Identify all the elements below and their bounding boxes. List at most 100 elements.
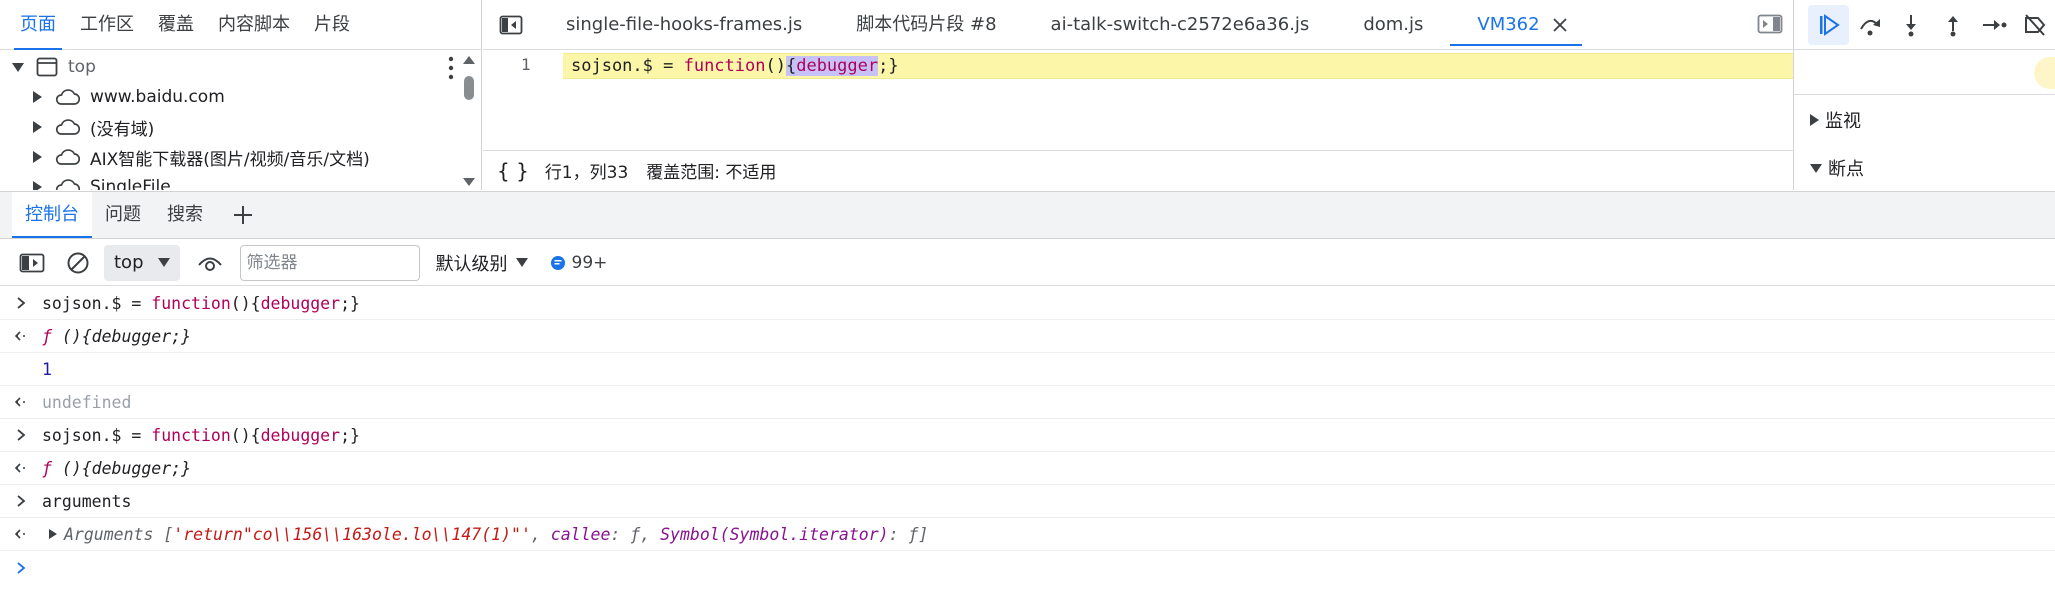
string-value: 'return"co\\156\\163ole.lo\\147(1)"': [173, 524, 531, 544]
cloud-icon: [54, 118, 80, 136]
function-glyph: ƒ: [42, 326, 52, 346]
collapse-arrow-icon[interactable]: [33, 91, 42, 103]
log-level-selector[interactable]: 默认级别: [436, 250, 528, 276]
section-label: 监视: [1825, 111, 1861, 132]
console-input-row[interactable]: sojson.$ = function(){debugger;}: [0, 419, 2055, 452]
tab-content-scripts[interactable]: 内容脚本: [206, 0, 302, 50]
tree-item-singlefile[interactable]: SingleFile: [33, 172, 171, 190]
line-number: 1: [521, 55, 531, 74]
watch-section-header[interactable]: 监视: [1810, 102, 1861, 138]
expand-object-icon[interactable]: [48, 528, 58, 540]
tab-workspace[interactable]: 工作区: [68, 0, 146, 50]
source-editor: single-file-hooks-frames.js 脚本代码片段 #8 ai…: [483, 0, 1793, 190]
editor-tab-active[interactable]: VM362: [1450, 0, 1582, 50]
input-prompt-icon: [0, 287, 42, 320]
tab-page[interactable]: 页面: [8, 0, 68, 50]
context-value: top: [114, 252, 144, 273]
console-log-row[interactable]: 1: [0, 353, 2055, 386]
cursor-position: 行1，列33: [544, 163, 629, 183]
console-result-row[interactable]: ƒ (){debugger;}: [0, 320, 2055, 353]
console-result-row[interactable]: Arguments ['return"co\\156\\163ole.lo\\1…: [0, 518, 2055, 551]
code-selected-text: debugger: [796, 56, 879, 76]
tree-item-label: www.baidu.com: [90, 87, 225, 107]
code-keyword: function: [683, 56, 766, 76]
expand-arrow-icon[interactable]: [12, 62, 24, 72]
tree-item-label: top: [68, 57, 96, 77]
breakpoints-section-header[interactable]: 断点: [1810, 150, 1864, 186]
tree-item-no-domain[interactable]: (没有域): [33, 112, 154, 142]
toggle-debugger-icon[interactable]: [1757, 14, 1783, 34]
console-toolbar: top 默认级别 99+: [0, 240, 2055, 286]
close-icon[interactable]: [1552, 17, 1568, 33]
code-text: ;}: [340, 293, 360, 313]
object-label: Arguments [: [64, 524, 174, 544]
step-over-button[interactable]: [1849, 5, 1890, 45]
debugger-toolbar: [1794, 0, 2055, 50]
navigator-scrollbar[interactable]: [462, 54, 476, 188]
property-value: : ƒ: [610, 524, 641, 544]
more-options-icon[interactable]: [448, 56, 454, 80]
result-arrow-icon: [0, 320, 42, 353]
pretty-print-button[interactable]: { }: [497, 159, 529, 183]
console-result-row[interactable]: undefined: [0, 386, 2055, 419]
cloud-icon: [54, 178, 80, 190]
prompt-icon: [0, 551, 42, 584]
tab-snippets[interactable]: 片段: [302, 0, 362, 50]
live-expression-eye-icon[interactable]: [190, 245, 230, 281]
editor-tabs: single-file-hooks-frames.js 脚本代码片段 #8 ai…: [483, 0, 1793, 50]
code-text: arguments: [42, 491, 132, 511]
message-count: 99+: [571, 252, 608, 273]
cloud-icon: [54, 88, 80, 106]
editor-tab[interactable]: 脚本代码片段 #8: [829, 0, 1023, 50]
console-input-row[interactable]: sojson.$ = function(){debugger;}: [0, 287, 2055, 320]
show-sidebar-icon[interactable]: [12, 245, 52, 281]
tree-item-label: AIX智能下载器(图片/视频/音乐/文档): [90, 149, 370, 170]
editor-tab[interactable]: dom.js: [1336, 0, 1450, 50]
tree-item-aix[interactable]: AIX智能下载器(图片/视频/音乐/文档): [33, 142, 370, 172]
editor-status-bar: { } 行1，列33 覆盖范围: 不适用: [483, 150, 1793, 190]
code-text: sojson.$ =: [571, 56, 684, 76]
drawer-tabs: 控制台 问题 搜索: [0, 191, 2055, 239]
context-selector[interactable]: top: [104, 244, 180, 281]
editor-tab[interactable]: ai-talk-switch-c2572e6a36.js: [1024, 0, 1337, 50]
section-label: 断点: [1828, 159, 1864, 180]
editor-tab[interactable]: single-file-hooks-frames.js: [539, 0, 829, 50]
collapse-arrow-icon[interactable]: [33, 151, 42, 163]
clear-console-icon[interactable]: [58, 245, 98, 281]
code-keyword: debugger: [260, 425, 341, 445]
tab-overrides[interactable]: 覆盖: [146, 0, 206, 50]
result-arrow-icon: [0, 452, 42, 485]
code-area[interactable]: 1 sojson.$ = function(){debugger;}: [483, 52, 1793, 149]
tree-item-baidu[interactable]: www.baidu.com: [33, 82, 225, 112]
undefined-text: undefined: [42, 392, 132, 412]
cloud-icon: [54, 148, 80, 166]
toggle-navigator-icon[interactable]: [483, 0, 539, 50]
property-key: Symbol(Symbol.iterator): [660, 524, 889, 544]
tab-issues[interactable]: 问题: [92, 192, 154, 238]
filter-input[interactable]: [239, 244, 420, 281]
console-input-row[interactable]: arguments: [0, 485, 2055, 518]
tree-item-top[interactable]: top: [12, 52, 96, 82]
code-text: (){: [230, 425, 261, 445]
resume-button[interactable]: [1808, 4, 1850, 45]
log-gutter: [0, 353, 42, 386]
step-into-button[interactable]: [1891, 5, 1932, 45]
console-prompt-row[interactable]: [0, 551, 2055, 584]
message-count-badge[interactable]: 99+: [550, 252, 608, 273]
console-output[interactable]: sojson.$ = function(){debugger;} ƒ (){de…: [0, 287, 2055, 598]
collapse-arrow-icon[interactable]: [33, 181, 42, 190]
collapse-arrow-icon: [1810, 114, 1819, 126]
console-result-row[interactable]: ƒ (){debugger;}: [0, 452, 2055, 485]
code-line-highlighted[interactable]: sojson.$ = function(){debugger;}: [563, 53, 1793, 79]
collapse-arrow-icon[interactable]: [33, 121, 42, 133]
file-tree: top www.baidu.com (没有域) AIX智能下载器(图片/视频/音…: [0, 52, 455, 190]
tab-search[interactable]: 搜索: [154, 192, 216, 238]
result-text: (){debugger;}: [51, 326, 192, 346]
property-value: : ƒ: [888, 524, 919, 544]
add-tab-icon[interactable]: [228, 200, 258, 230]
step-out-button[interactable]: [1932, 5, 1973, 45]
sources-navigator: 页面 工作区 覆盖 内容脚本 片段 top www.baidu.com (没有域…: [0, 0, 482, 190]
step-button[interactable]: [1973, 5, 2014, 45]
deactivate-breakpoints-button[interactable]: [2015, 5, 2055, 45]
tab-console[interactable]: 控制台: [12, 192, 92, 238]
